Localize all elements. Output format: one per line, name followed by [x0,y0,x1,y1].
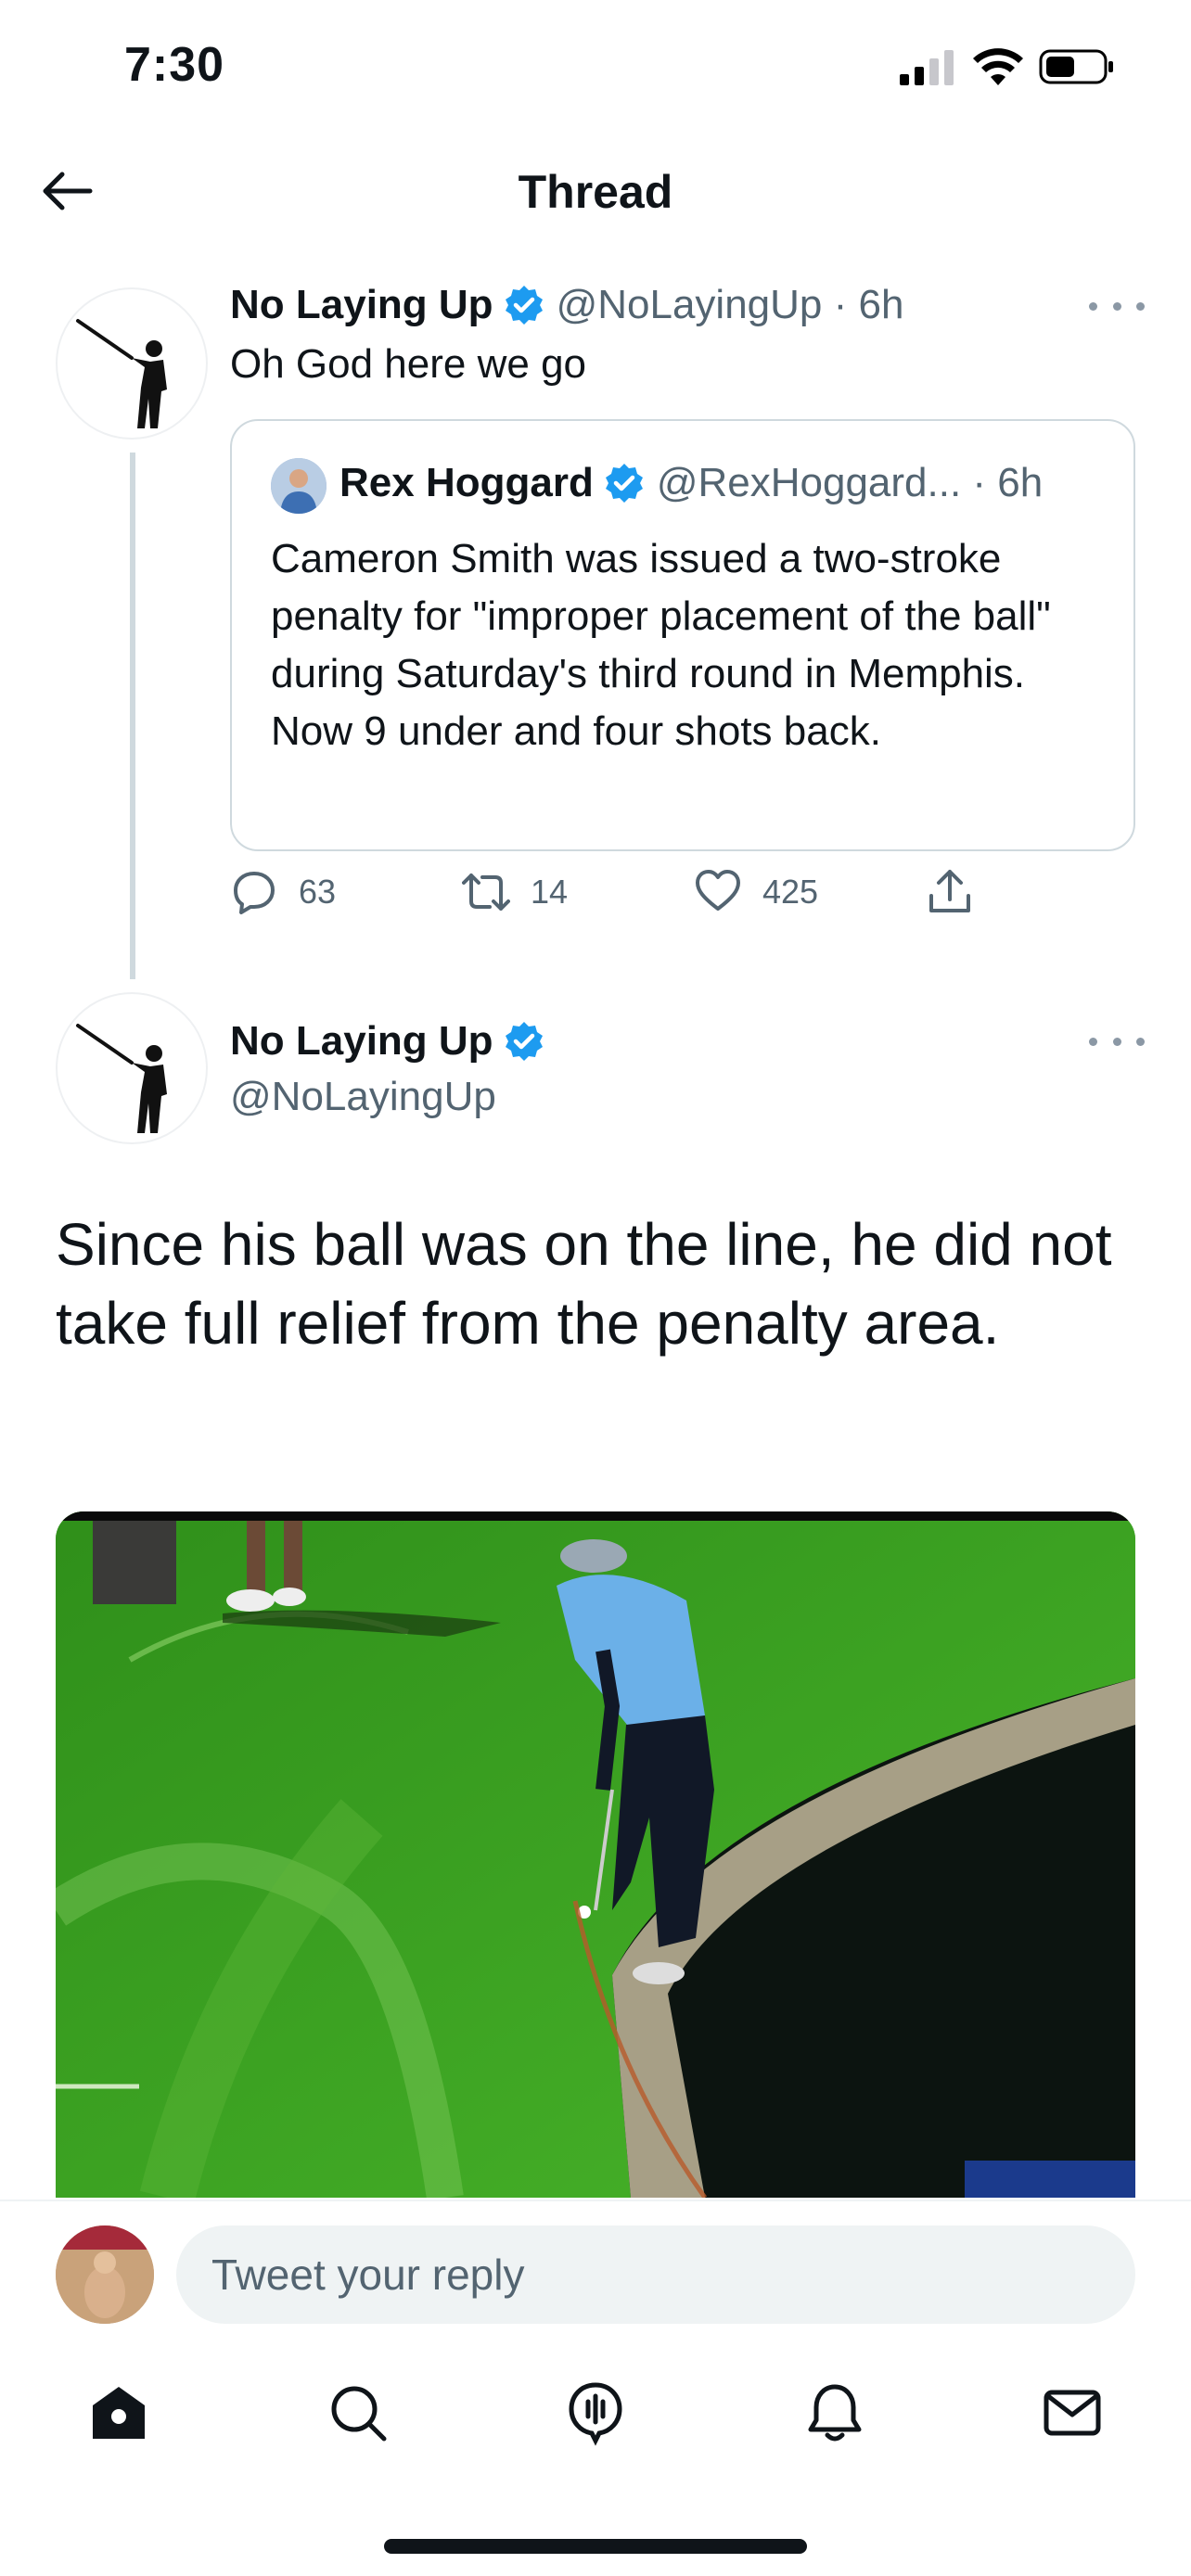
verified-badge-icon [505,1022,543,1061]
tweet-author-row: No Laying Up @NoLayingUp · 6h [230,282,903,328]
author-name[interactable]: No Laying Up [230,282,493,328]
reply-button[interactable]: 63 [230,868,336,916]
heart-icon [696,870,740,911]
quote-handle-time: @RexHoggard... · 6h [656,460,1044,505]
quoted-tweet[interactable]: Rex Hoggard @RexHoggard... · 6h Cameron … [230,419,1135,851]
tweet-actions: 63 14 425 [230,868,991,929]
author-handle-time: @NoLayingUp · 6h [556,282,904,327]
battery-icon [1039,49,1113,84]
tweet-text: Since his ball was on the line, he did n… [56,1211,1112,1357]
tab-search[interactable] [321,2376,395,2450]
like-count: 425 [762,873,819,911]
more-icon [1089,301,1097,311]
wifi-icon [973,48,1023,85]
author-name[interactable]: No Laying Up [230,1018,493,1065]
golfer-silhouette-icon [76,1024,167,1133]
page-title: Thread [518,166,673,218]
messages-icon [1044,2390,1101,2436]
spaces-icon [569,2382,622,2446]
home-indicator[interactable] [384,2539,807,2554]
share-icon [929,870,970,912]
cellular-signal-icon [900,50,954,85]
status-bar: 7:30 [0,0,1191,130]
notifications-icon [808,2384,862,2442]
quote-text: Cameron Smith was issued a two-stroke pe… [271,536,1051,754]
quote-author-name: Rex Hoggard [339,460,594,505]
status-time: 7:30 [124,38,225,92]
reply-count: 63 [299,873,337,911]
quote-avatar [271,458,327,514]
avatar[interactable] [56,992,208,1144]
user-avatar[interactable] [56,2225,154,2324]
golf-photo [56,1511,1135,2198]
share-button[interactable] [926,868,994,916]
retweet-count: 14 [531,873,569,911]
tab-bar [0,2339,1191,2487]
thread-header: Thread [0,148,1191,237]
thread-connector-line [130,453,135,979]
retweet-icon [462,874,510,911]
reply-icon [234,872,275,914]
tab-notifications[interactable] [798,2376,872,2450]
quote-author-row: Rex Hoggard @RexHoggard... · 6h [339,460,1043,506]
golfer-silhouette-icon [76,319,167,428]
verified-badge-icon [505,286,543,325]
author-handle: @NoLayingUp [230,1074,496,1119]
more-options-button[interactable] [1089,1027,1145,1055]
avatar[interactable] [56,287,208,440]
tweet-text: Oh God here we go [230,341,587,387]
tweet-image[interactable] [56,1511,1135,2198]
more-icon [1089,1037,1097,1046]
reply-bar: Tweet your reply [0,2200,1191,2339]
tab-messages[interactable] [1035,2376,1109,2450]
more-options-button[interactable] [1089,292,1145,320]
tab-home[interactable] [82,2376,156,2450]
like-button[interactable]: 425 [694,868,818,916]
verified-badge-icon [605,464,643,503]
home-icon [93,2387,145,2439]
reply-input[interactable]: Tweet your reply [176,2225,1135,2324]
search-icon [331,2386,387,2442]
retweet-button[interactable]: 14 [462,868,568,916]
reply-placeholder: Tweet your reply [211,2251,525,2299]
tweet-author-row: No Laying Up [230,1018,545,1065]
tab-spaces[interactable] [558,2376,633,2450]
